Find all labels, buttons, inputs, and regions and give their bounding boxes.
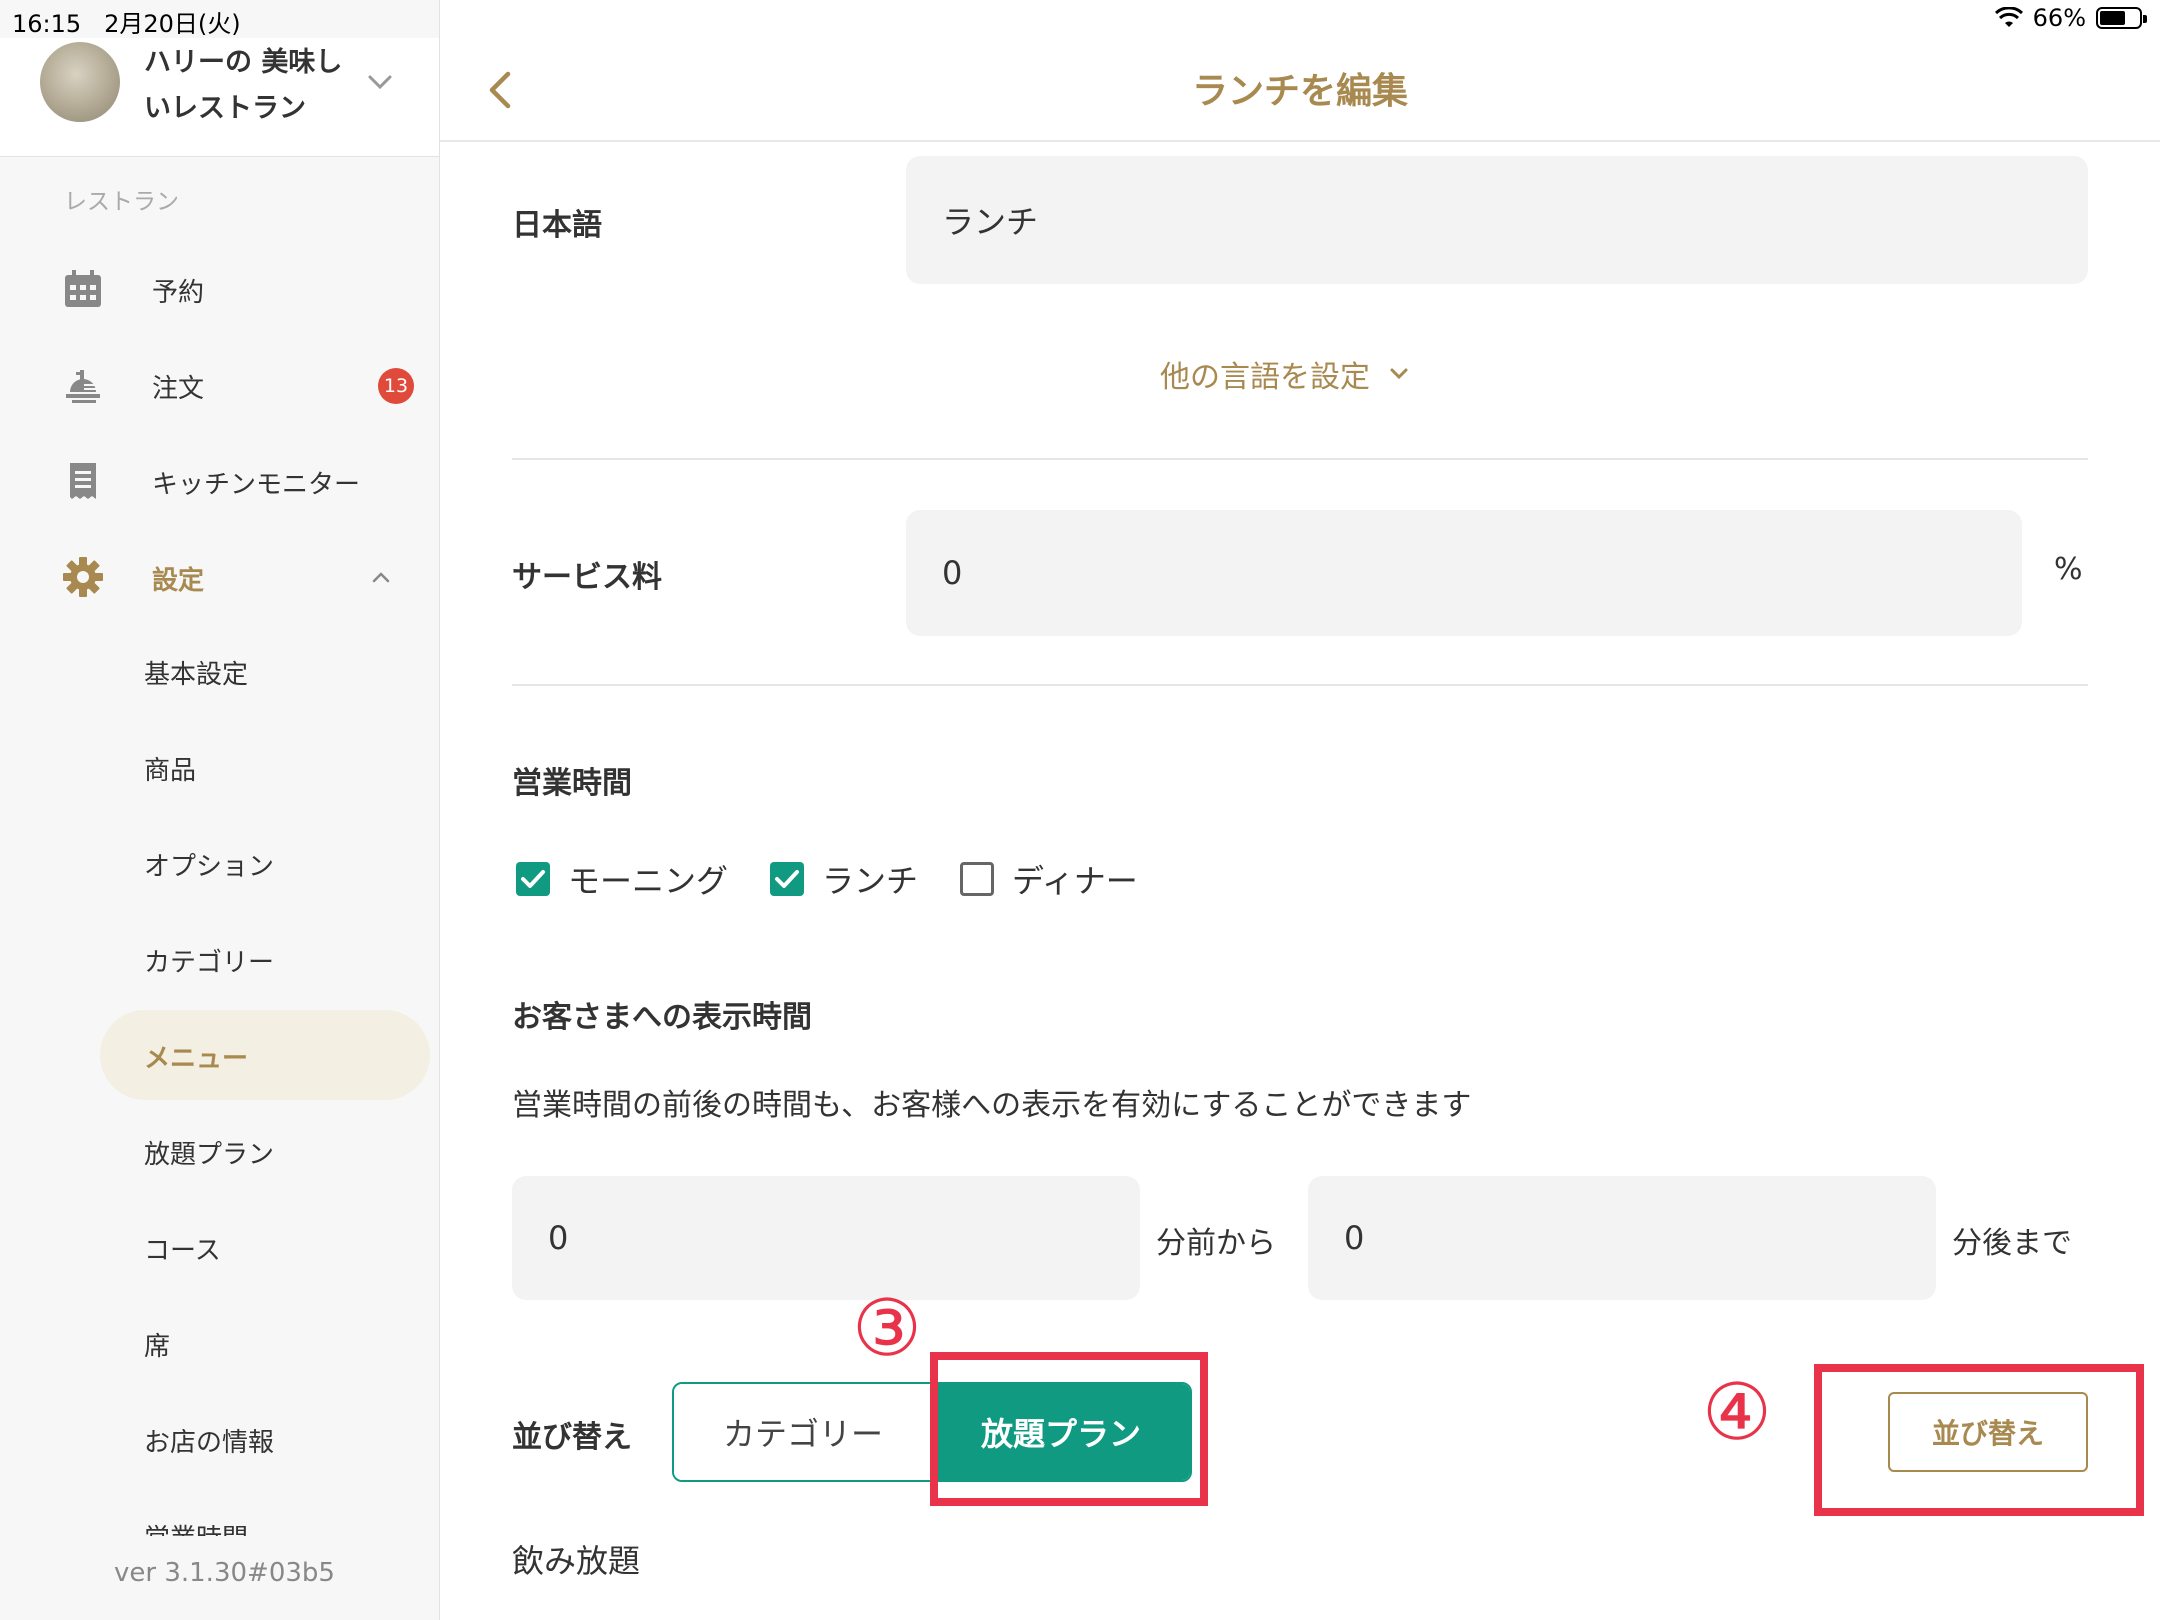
before-minutes-value: 0 [548, 1219, 569, 1257]
status-bar: 16:15 2月20日(火) 66% [0, 0, 2160, 38]
other-languages-toggle[interactable]: 他の言語を設定 [1160, 352, 1412, 396]
sidebar-item-kitchen-monitor[interactable]: キッチンモニター [0, 444, 439, 514]
sidebar-item-orders[interactable]: 注文 13 [0, 348, 439, 418]
settings-sub-menu[interactable]: メニュー [100, 1010, 430, 1100]
order-count-badge: 13 [378, 368, 414, 404]
settings-sub-seats[interactable]: 席 [100, 1298, 430, 1388]
page-title: ランチを編集 [1191, 71, 1408, 112]
checkbox-label: ランチ [822, 862, 919, 900]
sub-item-label: オプション [144, 852, 275, 882]
checkbox-morning[interactable]: モーニング [516, 856, 728, 902]
order-tray-icon [66, 370, 100, 403]
other-languages-label: 他の言語を設定 [1160, 360, 1370, 395]
japanese-label: 日本語 [512, 208, 602, 243]
checkbox-lunch[interactable]: ランチ [770, 856, 918, 902]
receipt-icon [70, 463, 96, 499]
before-minutes-input[interactable]: 0 [512, 1176, 1140, 1300]
sub-item-label: 席 [144, 1332, 171, 1362]
segment-category[interactable]: カテゴリー [674, 1384, 932, 1480]
calendar-icon [65, 270, 101, 307]
sidebar-item-label: キッチンモニター [152, 470, 361, 500]
sub-item-label: コース [144, 1236, 221, 1266]
sidebar-item-settings[interactable]: 設定 [0, 540, 439, 610]
settings-sub-courses[interactable]: コース [100, 1202, 430, 1292]
settings-sub-options[interactable]: オプション [100, 818, 430, 908]
status-time: 16:15 2月20日(火) [12, 4, 241, 39]
restaurant-avatar [40, 42, 120, 122]
display-time-label: お客さまへの表示時間 [512, 1000, 812, 1035]
main-content: ランチを編集 日本語 ランチ 他の言語を設定 サービス料 0 % 営業時間 モー… [440, 0, 2160, 1620]
service-fee-unit: % [2054, 552, 2083, 587]
app-version: ver 3.1.30#03b5 [114, 1558, 335, 1588]
sub-item-label: メニュー [144, 1044, 249, 1074]
restaurant-switcher[interactable]: ハリーの 美味しいレストラン [0, 38, 439, 157]
gear-icon [63, 557, 103, 597]
divider [512, 684, 2088, 686]
battery-icon [2096, 7, 2147, 29]
settings-sub-store-info[interactable]: お店の情報 [100, 1394, 430, 1484]
after-minutes-unit: 分後まで [1952, 1226, 2072, 1261]
checkbox-checked[interactable] [516, 862, 550, 896]
sub-item-label: 放題プラン [144, 1140, 275, 1170]
sub-item-label: お店の情報 [144, 1428, 275, 1458]
chevron-up-icon[interactable] [366, 562, 396, 592]
annotation-highlight-sort-button [1814, 1364, 2144, 1516]
status-date: 2月20日(火) [104, 10, 241, 38]
japanese-name-input[interactable]: ランチ [906, 156, 2088, 284]
checkbox-label: モーニング [568, 862, 729, 900]
status-indicators: 66% [1994, 4, 2147, 32]
sidebar-item-label: 注文 [152, 374, 205, 404]
after-minutes-value: 0 [1344, 1219, 1365, 1257]
settings-sub-basic[interactable]: 基本設定 [100, 626, 430, 716]
service-fee-value: 0 [942, 554, 963, 592]
battery-percent: 66% [2032, 4, 2086, 32]
status-clock: 16:15 [12, 10, 82, 38]
battery-fill [2100, 11, 2126, 25]
restaurant-name: ハリーの 美味しいレストラン [144, 47, 343, 124]
sub-item-label: 営業時間 [144, 1518, 248, 1536]
japanese-name-value: ランチ [942, 203, 1039, 241]
list-item: 飲み放題 [512, 1542, 641, 1580]
after-minutes-input[interactable]: 0 [1308, 1176, 1936, 1300]
checkbox-label: ディナー [1012, 862, 1138, 900]
business-hours-label: 営業時間 [512, 766, 632, 801]
service-fee-input[interactable]: 0 [906, 510, 2022, 636]
settings-sub-categories[interactable]: カテゴリー [100, 914, 430, 1004]
sidebar: ハリーの 美味しいレストラン レストラン 予約 注文 13 キッチンモニター 設… [0, 0, 440, 1620]
divider [512, 458, 2088, 460]
sidebar-item-reservations[interactable]: 予約 [0, 252, 439, 322]
checkbox-unchecked[interactable] [960, 862, 995, 896]
service-fee-label: サービス料 [512, 560, 662, 595]
sidebar-item-label: 予約 [152, 278, 205, 308]
annotation-highlight-plan-tab [930, 1352, 1208, 1506]
settings-sub-products[interactable]: 商品 [100, 722, 430, 812]
annotation-step-3: ③ [852, 1284, 922, 1374]
sub-item-label: 基本設定 [144, 660, 249, 690]
sub-item-label: カテゴリー [144, 948, 275, 978]
top-bar: ランチを編集 [440, 38, 2160, 142]
chevron-down-icon [1390, 368, 1408, 380]
business-hours-checkboxes: モーニング ランチ ディナー [516, 856, 1180, 902]
sort-label: 並び替え [512, 1420, 632, 1455]
display-time-description: 営業時間の前後の時間も、お客様への表示を有効にすることができます [512, 1088, 1472, 1123]
settings-sub-all-you-can-plans[interactable]: 放題プラン [100, 1106, 430, 1196]
before-minutes-unit: 分前から [1156, 1226, 1276, 1261]
chevron-down-icon[interactable] [364, 66, 396, 98]
sub-item-label: 商品 [144, 756, 197, 786]
sidebar-section-label: レストラン [64, 189, 179, 215]
checkbox-dinner[interactable]: ディナー [960, 856, 1138, 902]
checkmark-icon [521, 870, 545, 888]
wifi-icon [1994, 7, 2023, 27]
sidebar-item-label: 設定 [152, 566, 205, 596]
checkbox-checked[interactable] [770, 862, 805, 896]
annotation-step-4: ④ [1702, 1368, 1772, 1458]
checkmark-icon [775, 870, 800, 888]
settings-sub-business-hours[interactable]: 営業時間 [100, 1490, 430, 1536]
